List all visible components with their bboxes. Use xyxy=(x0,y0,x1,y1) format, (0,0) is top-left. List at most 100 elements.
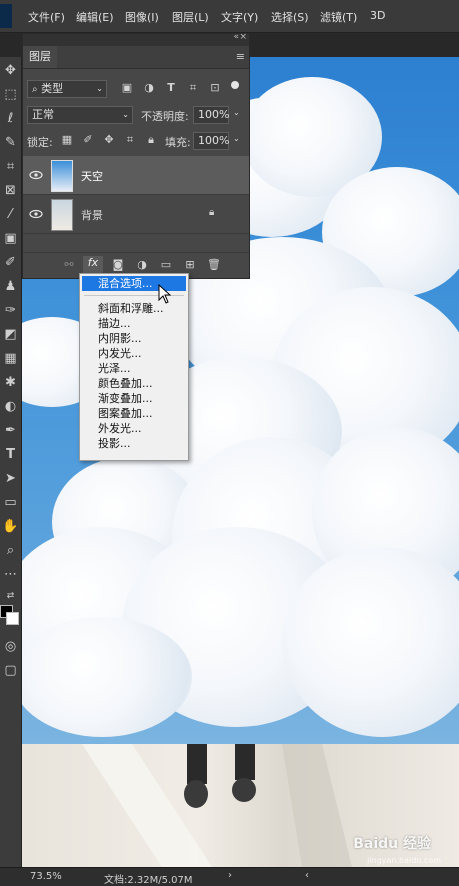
menu-select[interactable]: 选择(S) xyxy=(271,9,309,25)
layer-filter-value: 类型 xyxy=(41,82,64,95)
background-color-swatch[interactable] xyxy=(6,612,19,625)
history-brush-tool-icon[interactable]: ✑ xyxy=(1,301,20,320)
visibility-eye-icon[interactable] xyxy=(29,168,43,182)
menu-item-pattern-overlay[interactable]: 图案叠加... xyxy=(82,406,186,421)
patch-tool-icon[interactable]: ▣ xyxy=(1,229,20,248)
lock-all-icon[interactable]: 🔒︎ xyxy=(145,133,157,147)
menu-3d[interactable]: 3D xyxy=(370,9,385,22)
eyedropper-tool-icon[interactable]: ⁄ xyxy=(1,205,20,224)
menu-item-color-overlay[interactable]: 颜色叠加... xyxy=(82,376,186,391)
blend-mode-value: 正常 xyxy=(32,108,54,121)
quick-select-tool-icon[interactable]: ✎ xyxy=(1,133,20,152)
frame-tool-icon[interactable]: ⊠ xyxy=(1,181,20,200)
filter-type-icon[interactable]: T xyxy=(164,81,178,94)
stamp-tool-icon[interactable]: ♟ xyxy=(1,277,20,296)
collapse-panel-icon[interactable]: « xyxy=(233,32,239,42)
chevron-down-icon: ⌄ xyxy=(122,110,129,119)
zoom-level[interactable]: 73.5% xyxy=(30,871,62,882)
opacity-dropdown-icon[interactable]: ⌄ xyxy=(233,108,240,117)
menu-edit[interactable]: 编辑(E) xyxy=(76,9,114,25)
menu-item-drop-shadow[interactable]: 投影... xyxy=(82,436,186,451)
menu-image[interactable]: 图像(I) xyxy=(125,9,159,25)
screen-mode-icon[interactable]: ▢ xyxy=(1,661,20,680)
more-tools-icon[interactable]: ⋯ xyxy=(1,565,20,584)
watermark-url: jingyan.baidu.com xyxy=(367,856,441,865)
gradient-tool-icon[interactable]: ▦ xyxy=(1,349,20,368)
new-group-icon[interactable]: ▭ xyxy=(158,258,174,271)
filter-adjustment-icon[interactable]: ◑ xyxy=(142,81,156,94)
app-logo xyxy=(0,4,12,28)
chevron-down-icon: ⌄ xyxy=(96,84,103,93)
zoom-tool-icon[interactable]: ⌕ xyxy=(1,541,20,560)
new-layer-icon[interactable]: ⊞ xyxy=(182,258,198,271)
document-info[interactable]: 文档:2.32M/5.07M xyxy=(104,871,193,886)
hand-tool-icon[interactable]: ✋ xyxy=(1,517,20,536)
panel-titlebar[interactable]: « × xyxy=(23,32,249,46)
opacity-input[interactable]: 100% xyxy=(193,106,229,124)
pen-tool-icon[interactable]: ✒ xyxy=(1,421,20,440)
menu-file[interactable]: 文件(F) xyxy=(28,9,65,25)
menu-type[interactable]: 文字(Y) xyxy=(221,9,258,25)
layer-name-background[interactable]: 背景 xyxy=(81,207,103,223)
blend-mode-select[interactable]: 正常 ⌄ xyxy=(27,106,133,124)
marquee-tool-icon[interactable]: ⬚ xyxy=(1,85,20,104)
type-tool-icon[interactable]: T xyxy=(1,445,20,464)
menu-layer[interactable]: 图层(L) xyxy=(172,9,209,25)
scroll-left-icon[interactable]: ‹ xyxy=(305,870,309,881)
quick-mask-icon[interactable]: ◎ xyxy=(1,637,20,656)
crop-tool-icon[interactable]: ⌗ xyxy=(1,157,20,176)
lasso-tool-icon[interactable]: ℓ xyxy=(1,109,20,128)
panel-tab-row: 图层 ≡ xyxy=(23,46,249,69)
mouse-cursor-icon xyxy=(158,284,172,304)
move-tool-icon[interactable]: ✥ xyxy=(1,61,20,80)
menu-item-inner-shadow[interactable]: 内阴影... xyxy=(82,331,186,346)
status-menu-icon[interactable]: › xyxy=(228,870,232,881)
menu-item-gradient-overlay[interactable]: 渐变叠加... xyxy=(82,391,186,406)
eraser-tool-icon[interactable]: ◩ xyxy=(1,325,20,344)
layer-row-sky[interactable]: 天空 xyxy=(23,156,249,195)
swap-colors-icon[interactable]: ⇄ xyxy=(1,587,20,606)
dodge-tool-icon[interactable]: ◐ xyxy=(1,397,20,416)
lock-label: 锁定: xyxy=(27,136,53,149)
filter-shape-icon[interactable]: ⌗ xyxy=(186,81,200,95)
watermark: Baidu 经验 xyxy=(353,833,431,853)
status-bar: 73.5% 文档:2.32M/5.07M › ‹ xyxy=(0,867,459,886)
add-layer-style-button[interactable]: fx xyxy=(83,256,103,274)
new-adjustment-layer-icon[interactable]: ◑ xyxy=(134,258,150,271)
visibility-eye-icon[interactable] xyxy=(29,207,43,221)
lock-position-icon[interactable]: ✥ xyxy=(103,133,115,146)
filter-toggle-icon[interactable] xyxy=(231,81,239,89)
menu-item-satin[interactable]: 光泽... xyxy=(82,361,186,376)
layer-thumbnail-sky xyxy=(51,160,73,192)
menu-item-stroke[interactable]: 描边... xyxy=(82,316,186,331)
rectangle-tool-icon[interactable]: ▭ xyxy=(1,493,20,512)
menubar: 文件(F) 编辑(E) 图像(I) 图层(L) 文字(Y) 选择(S) 滤镜(T… xyxy=(0,0,459,33)
layer-filter-select[interactable]: ⌕ 类型 ⌄ xyxy=(27,80,107,98)
lock-image-icon[interactable]: ✐ xyxy=(82,133,94,146)
menu-item-inner-glow[interactable]: 内发光... xyxy=(82,346,186,361)
path-select-tool-icon[interactable]: ➤ xyxy=(1,469,20,488)
menu-item-outer-glow[interactable]: 外发光... xyxy=(82,421,186,436)
add-mask-icon[interactable]: ◙ xyxy=(110,258,126,271)
layer-row-background[interactable]: 背景 🔒︎ xyxy=(23,195,249,234)
close-panel-icon[interactable]: × xyxy=(239,32,247,42)
filter-smart-object-icon[interactable]: ⊡ xyxy=(208,81,222,94)
tools-panel: ✥ ⬚ ℓ ✎ ⌗ ⊠ ⁄ ▣ ✐ ♟ ✑ ◩ ▦ ✱ ◐ ✒ T ➤ ▭ ✋ … xyxy=(0,57,22,867)
panel-menu-icon[interactable]: ≡ xyxy=(236,50,245,63)
filter-pixel-icon[interactable]: ▣ xyxy=(120,81,134,94)
fill-dropdown-icon[interactable]: ⌄ xyxy=(233,134,240,143)
menu-filter[interactable]: 滤镜(T) xyxy=(320,9,357,25)
blur-tool-icon[interactable]: ✱ xyxy=(1,373,20,392)
lock-transparent-icon[interactable]: ▦ xyxy=(61,133,73,146)
lock-artboard-icon[interactable]: ⌗ xyxy=(124,133,136,147)
search-icon: ⌕ xyxy=(32,84,38,95)
link-layers-icon[interactable]: ⚯ xyxy=(61,258,77,271)
delete-layer-icon[interactable]: 🗑︎ xyxy=(206,258,222,271)
fill-input[interactable]: 100% xyxy=(193,132,229,150)
layer-name-sky[interactable]: 天空 xyxy=(81,168,103,184)
layer-style-menu: 混合选项... 斜面和浮雕... 描边... 内阴影... 内发光... 光泽.… xyxy=(79,273,189,461)
lock-icon: 🔒︎ xyxy=(209,207,215,218)
watermark-text: Baidu 经验 xyxy=(353,836,431,852)
tab-layers[interactable]: 图层 xyxy=(23,46,57,68)
brush-tool-icon[interactable]: ✐ xyxy=(1,253,20,272)
